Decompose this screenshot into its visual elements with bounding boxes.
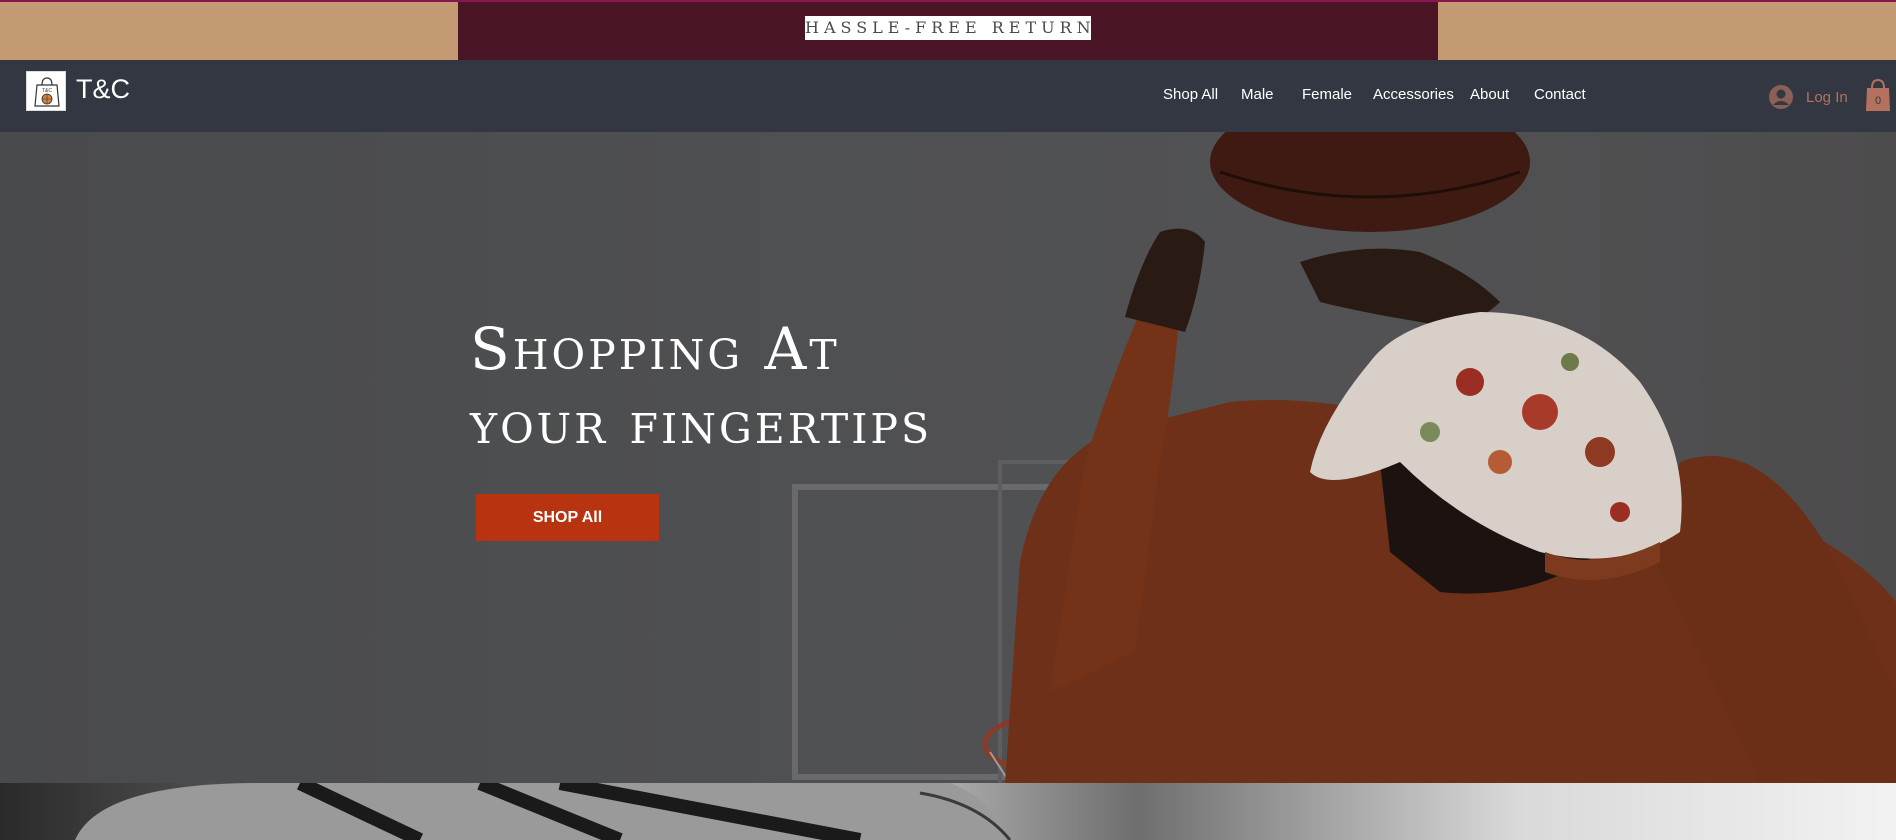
nav-item-contact[interactable]: Contact [1534,86,1586,103]
shopping-bag-basketball-icon: T&C [34,77,60,107]
next-section-image [0,783,1896,840]
nav-item-female[interactable]: Female [1302,86,1352,103]
nav-item-accessories[interactable]: Accessories [1373,86,1454,103]
hero-section: Shopping At your fingertips SHOP All [0,132,1896,783]
shop-all-button[interactable]: SHOP All [476,494,659,541]
nav-item-about[interactable]: About [1470,86,1509,103]
cart-count: 0 [1875,95,1881,107]
hero-title-line-2: your fingertips [470,389,933,457]
brand-name[interactable]: T&C [76,74,130,105]
cart-button[interactable]: 0 [1864,78,1892,116]
svg-text:T&C: T&C [42,88,52,94]
hero-title: Shopping At your fingertips [470,312,932,460]
announcement-bar: HASSLE-FREE RETURNS [0,0,1896,60]
basketball-image [75,783,1012,840]
hero-title-line-1: Shopping At [470,315,840,383]
hero-background-image [792,132,1896,783]
announcement-text: HASSLE-FREE RETURNS [805,16,1091,40]
nav-item-shop-all[interactable]: Shop All [1163,86,1218,103]
site-header: T&C T&C Shop All Male Female Accessories… [0,60,1896,132]
shopping-bag-icon: 0 [1866,78,1890,111]
login-label: Log In [1806,89,1848,106]
logo[interactable]: T&C [26,71,66,111]
user-avatar-icon [1769,85,1793,109]
nav-item-male[interactable]: Male [1241,86,1274,103]
